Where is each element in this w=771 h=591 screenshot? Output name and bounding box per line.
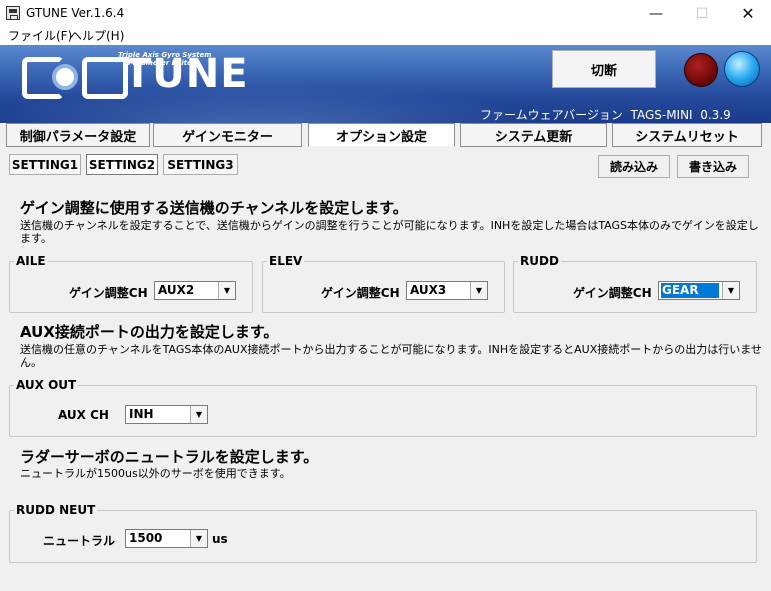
- aux-ch-select[interactable]: INH ▼: [125, 405, 208, 424]
- tab-option-settings[interactable]: オプション設定: [308, 123, 455, 147]
- neutral-section-heading: ラダーサーボのニュートラルを設定します。: [20, 448, 319, 466]
- elev-group-label: ELEV: [267, 254, 305, 268]
- neutral-label: ニュートラル: [43, 534, 116, 548]
- elev-gain-ch-label: ゲイン調整CH: [321, 286, 400, 300]
- setting1-button[interactable]: SETTING1: [9, 154, 81, 175]
- neutral-select[interactable]: 1500 ▼: [125, 529, 208, 548]
- aux-out-group: [9, 385, 757, 437]
- tab-system-update[interactable]: システム更新: [460, 123, 607, 147]
- aux-section-heading: AUX接続ポートの出力を設定します。: [20, 323, 279, 341]
- chevron-down-icon[interactable]: ▼: [470, 282, 487, 299]
- elev-gain-ch-select[interactable]: AUX3 ▼: [406, 281, 488, 300]
- tab-system-reset[interactable]: システムリセット: [612, 123, 762, 147]
- disconnect-button[interactable]: 切断: [552, 50, 656, 88]
- rudd-gain-ch-value: GEAR: [661, 283, 719, 298]
- aile-gain-ch-label: ゲイン調整CH: [69, 286, 148, 300]
- menu-bar: ファイル(F) ヘルプ(H): [0, 27, 771, 45]
- chevron-down-icon[interactable]: ▼: [218, 282, 235, 299]
- aux-ch-value: INH: [129, 407, 154, 421]
- aux-out-group-label: AUX OUT: [14, 378, 79, 392]
- aux-ch-label: AUX CH: [58, 408, 109, 422]
- app-floppy-icon: [6, 6, 20, 20]
- firmware-version: ファームウェアバージョン TAGS-MINI 0.3.9: [480, 108, 731, 122]
- aile-gain-ch-value: AUX2: [158, 283, 195, 297]
- title-bar: GTUNE Ver.1.6.4 — ☐ ✕: [0, 0, 771, 27]
- maximize-button[interactable]: ☐: [679, 0, 725, 27]
- rudd-gain-ch-label: ゲイン調整CH: [573, 286, 652, 300]
- neutral-section-description: ニュートラルが1500us以外のサーボを使用できます。: [20, 467, 291, 480]
- logo-knob-icon: [52, 64, 78, 90]
- rudd-group-label: RUDD: [518, 254, 561, 268]
- window-title: GTUNE Ver.1.6.4: [26, 6, 125, 20]
- rudd-neut-group-label: RUDD NEUT: [14, 503, 98, 517]
- chevron-down-icon[interactable]: ▼: [722, 282, 739, 299]
- close-button[interactable]: ✕: [725, 0, 771, 27]
- elev-gain-ch-value: AUX3: [410, 283, 447, 297]
- gain-section-heading: ゲイン調整に使用する送信機のチャンネルを設定します。: [20, 199, 408, 217]
- header-banner: TUNE Triple Axis Gyro System Parameter E…: [0, 45, 771, 123]
- status-led-indicator: [724, 51, 760, 87]
- write-button[interactable]: 書き込み: [677, 155, 749, 178]
- gain-section-description: 送信機のチャンネルを設定することで、送信機からゲインの調整を行うことが可能になり…: [20, 219, 759, 245]
- chevron-down-icon[interactable]: ▼: [190, 406, 207, 423]
- logo-subtitle: Triple Axis Gyro System: [118, 51, 212, 59]
- setting3-button[interactable]: SETTING3: [163, 154, 238, 175]
- rudd-gain-ch-select[interactable]: GEAR ▼: [658, 281, 740, 300]
- aile-group-label: AILE: [14, 254, 48, 268]
- menu-help[interactable]: ヘルプ(H): [70, 27, 124, 45]
- tab-gain-monitor[interactable]: ゲインモニター: [153, 123, 302, 147]
- menu-file[interactable]: ファイル(F): [8, 27, 72, 45]
- aile-gain-ch-select[interactable]: AUX2 ▼: [154, 281, 236, 300]
- tab-control-parameters[interactable]: 制御パラメータ設定: [6, 123, 150, 147]
- logo-g-shape: [82, 57, 128, 99]
- logo-subtitle-2: Parameter Editor: [128, 59, 196, 67]
- rudd-neut-group: [9, 510, 757, 563]
- neutral-unit: us: [212, 532, 228, 546]
- minimize-button[interactable]: —: [633, 0, 679, 27]
- error-led-indicator: [684, 53, 718, 87]
- chevron-down-icon[interactable]: ▼: [190, 530, 207, 547]
- neutral-value: 1500: [129, 531, 163, 545]
- read-button[interactable]: 読み込み: [598, 155, 670, 178]
- aux-section-description: 送信機の任意のチャンネルをTAGS本体のAUX接続ポートから出力することが可能に…: [20, 343, 762, 369]
- setting2-button[interactable]: SETTING2: [86, 154, 158, 175]
